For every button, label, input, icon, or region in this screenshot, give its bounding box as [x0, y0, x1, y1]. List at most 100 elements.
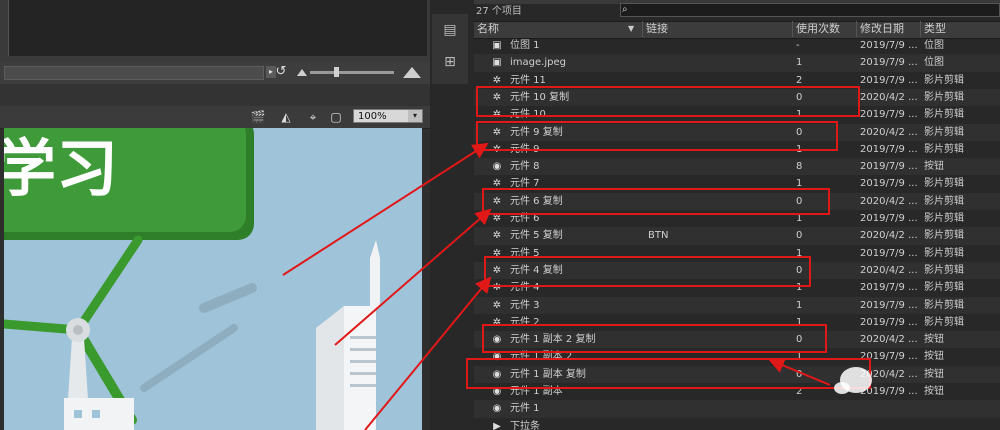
center-stage-icon[interactable]: ⌖ [305, 109, 321, 125]
item-name: 元件 1 副本 2 复制 [510, 334, 596, 346]
item-name: 元件 1 [510, 403, 540, 415]
movieclip-icon: ✲ [492, 109, 502, 121]
list-item[interactable]: ✲ 元件 5 1 2019/7/9 ... 影片剪辑 [474, 245, 1000, 262]
item-uses: - [796, 40, 800, 51]
col-link[interactable]: 链接 [642, 21, 792, 37]
item-name: 元件 2 [510, 316, 540, 328]
list-item[interactable]: ◉ 元件 1 副本 2 2019/7/9 ... 按钮 [474, 383, 1000, 400]
frame-zoom-slider[interactable] [310, 71, 394, 74]
col-uses[interactable]: 使用次数 [792, 21, 856, 37]
item-count: 27 个项目 [476, 6, 522, 17]
item-date: 2019/7/9 ... [860, 178, 918, 190]
library-search-input[interactable] [620, 3, 1000, 17]
list-item[interactable]: ✲ 元件 4 复制 0 2020/4/2 ... 影片剪辑 [474, 261, 1000, 280]
item-name: 位图 1 [510, 40, 540, 51]
movieclip-icon: ✲ [492, 195, 502, 207]
item-name: 元件 1 副本 2 [510, 351, 573, 363]
item-uses: 1 [796, 282, 803, 294]
edit-symbol-icon[interactable]: ◭ [278, 109, 294, 125]
list-item[interactable]: ◉ 元件 8 8 2019/7/9 ... 按钮 [474, 158, 1000, 176]
movieclip-icon: ✲ [492, 74, 502, 86]
item-date: 2019/7/9 ... [860, 247, 918, 259]
item-type: 按钮 [924, 386, 944, 397]
list-item[interactable]: ✲ 元件 7 1 2019/7/9 ... 影片剪辑 [474, 175, 1000, 192]
align-icon[interactable]: ⊞ [440, 52, 460, 72]
item-date: 2019/7/9 ... [860, 74, 918, 86]
item-date: 2019/7/9 ... [860, 213, 918, 224]
zoom-value: 100% [358, 111, 387, 122]
button-icon: ◉ [492, 161, 502, 173]
col-type[interactable]: 类型 [920, 21, 1000, 37]
stage-header [0, 84, 430, 106]
clip-icon[interactable]: ▢ [328, 109, 344, 125]
movieclip-icon: ✲ [492, 282, 502, 294]
col-date[interactable]: 修改日期 [856, 21, 920, 37]
item-uses: 2 [796, 74, 803, 86]
item-type: 按钮 [924, 351, 944, 363]
item-type: 影片剪辑 [924, 178, 964, 190]
list-item[interactable]: ✲ 元件 11 2 2019/7/9 ... 影片剪辑 [474, 72, 1000, 89]
list-item[interactable]: ✲ 元件 2 1 2019/7/9 ... 影片剪辑 [474, 314, 1000, 331]
item-uses: 1 [796, 178, 803, 190]
item-name: 元件 5 [510, 247, 540, 259]
item-uses: 0 [796, 195, 803, 207]
stage-canvas[interactable]: 学习 [4, 128, 422, 430]
list-item[interactable]: ✲ 元件 4 1 2019/7/9 ... 影片剪辑 [474, 279, 1000, 296]
list-item[interactable]: ✲ 元件 10 复制 0 2020/4/2 ... 影片剪辑 [474, 88, 1000, 107]
button-icon: ◉ [492, 334, 502, 346]
list-item[interactable]: ✲ 元件 6 复制 0 2020/4/2 ... 影片剪辑 [474, 192, 1000, 210]
frame-zoom-thumb[interactable] [334, 67, 339, 77]
zoom-in-icon[interactable] [403, 66, 421, 78]
movieclip-icon: ✲ [492, 264, 502, 276]
item-name: 元件 7 [510, 178, 540, 190]
item-type: 影片剪辑 [924, 282, 964, 294]
list-item[interactable]: ✲ 元件 10 1 2019/7/9 ... 影片剪辑 [474, 106, 1000, 123]
item-type: 影片剪辑 [924, 91, 964, 103]
movieclip-icon: ✲ [492, 230, 502, 242]
item-name: image.jpeg [510, 57, 566, 69]
cursor-decoration [834, 367, 872, 394]
list-item[interactable]: ✲ 元件 3 1 2019/7/9 ... 影片剪辑 [474, 296, 1000, 314]
loop-icon[interactable]: ↺ [272, 64, 290, 80]
timeline-frames[interactable] [8, 0, 427, 56]
list-item[interactable]: ✲ 元件 5 复制 BTN 0 2020/4/2 ... 影片剪辑 [474, 227, 1000, 245]
movieclip-icon: ✲ [492, 178, 502, 190]
library-list: ▣ 位图 1 - 2019/7/9 ... 位图 ▣ image.jpeg 1 2019/7/9… [474, 37, 1000, 430]
list-item[interactable]: ◉ 元件 1 副本 2 复制 0 2020/4/2 ... 按钮 [474, 331, 1000, 349]
item-date: 2020/4/2 ... [860, 264, 918, 276]
col-name[interactable]: 名称 [474, 21, 642, 37]
item-type: 影片剪辑 [924, 213, 964, 224]
movieclip-icon: ✲ [492, 213, 502, 224]
list-item[interactable]: ▶ 下拉条 [474, 418, 1000, 430]
item-name: 元件 11 [510, 74, 546, 86]
item-name: 元件 1 副本 [510, 386, 563, 397]
item-uses: 0 [796, 230, 803, 242]
list-item[interactable]: ▣ 位图 1 - 2019/7/9 ... 位图 [474, 37, 1000, 54]
movieclip-icon: ✲ [492, 143, 502, 155]
item-name: 元件 6 [510, 213, 540, 224]
item-date: 2020/4/2 ... [860, 91, 918, 103]
item-name: 下拉条 [510, 420, 540, 430]
item-type: 按钮 [924, 334, 944, 346]
list-item[interactable]: ◉ 元件 1 副本 复制 0 2020/4/2 ... 按钮 [474, 365, 1000, 383]
item-name: 元件 3 [510, 299, 540, 311]
zoom-select[interactable]: 100% ▾ [353, 109, 423, 123]
list-item[interactable]: ◉ 元件 1 [474, 400, 1000, 418]
item-type: 影片剪辑 [924, 143, 964, 155]
list-item[interactable]: ✲ 元件 6 1 2019/7/9 ... 影片剪辑 [474, 210, 1000, 227]
banner-text: 学习 [4, 132, 118, 205]
movieclip-icon: ✲ [492, 316, 502, 328]
list-item[interactable]: ◉ 元件 1 副本 2 1 2019/7/9 ... 按钮 [474, 348, 1000, 365]
list-item[interactable]: ✲ 元件 9 1 2019/7/9 ... 影片剪辑 [474, 141, 1000, 158]
timeline-scrollbar[interactable] [4, 66, 264, 80]
zoom-out-icon[interactable] [297, 68, 307, 76]
item-type: 按钮 [924, 368, 944, 380]
item-type: 影片剪辑 [924, 299, 964, 311]
item-type: 影片剪辑 [924, 230, 964, 242]
panel-layout-icon[interactable]: ▤ [440, 20, 460, 40]
sort-arrow-icon[interactable]: ▼ [628, 25, 638, 33]
list-item[interactable]: ✲ 元件 9 复制 0 2020/4/2 ... 影片剪辑 [474, 123, 1000, 141]
chevron-down-icon[interactable]: ▾ [408, 110, 422, 122]
clapper-icon[interactable]: 🎬 [250, 109, 266, 125]
list-item[interactable]: ▣ image.jpeg 1 2019/7/9 ... 位图 [474, 54, 1000, 72]
